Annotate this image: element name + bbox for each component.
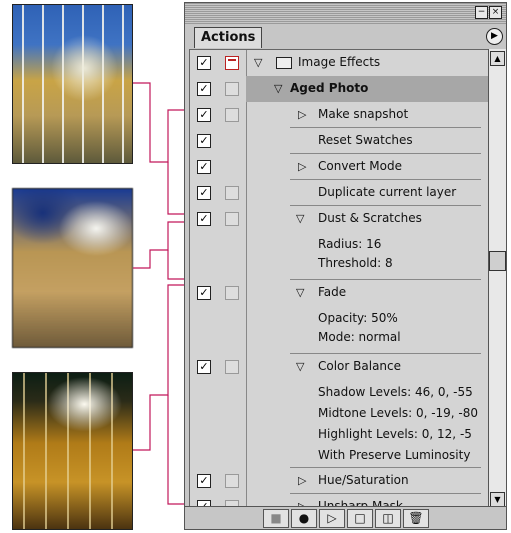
command-label: Duplicate current layer xyxy=(318,185,457,199)
parameter-row: Midtone Levels: 0, -19, -80 xyxy=(190,401,491,422)
record-button[interactable]: ● xyxy=(291,509,317,528)
parameter-label: Midtone Levels: 0, -19, -80 xyxy=(318,406,479,420)
new-set-button[interactable]: □ xyxy=(347,509,373,528)
parameter-row: Threshold: 8 xyxy=(190,254,491,280)
parameter-label: Radius: 16 xyxy=(318,237,382,251)
parameter-label: Threshold: 8 xyxy=(318,256,393,270)
minimize-icon[interactable]: − xyxy=(475,6,488,19)
expand-triangle-icon[interactable]: ▽ xyxy=(296,212,304,225)
delete-button[interactable]: 🗑 xyxy=(403,509,429,528)
action-set-row[interactable]: ✓ ▽ Image Effects xyxy=(190,50,491,76)
parameter-label: Opacity: 50% xyxy=(318,311,398,325)
command-label: Reset Swatches xyxy=(318,133,413,147)
actions-list: ✓ ▽ Image Effects ✓ ▽ Aged Photo ✓ ▷ Mak… xyxy=(189,49,492,511)
toggle-checkbox[interactable]: ✓ xyxy=(197,360,211,374)
parameter-label: With Preserve Luminosity xyxy=(318,448,471,462)
toggle-checkbox[interactable]: ✓ xyxy=(197,186,211,200)
expand-triangle-icon[interactable]: ▽ xyxy=(274,82,282,95)
dialog-toggle-icon[interactable] xyxy=(225,82,239,96)
actions-toolbar: ■ ● ▷ □ ◫ 🗑 xyxy=(185,506,506,529)
stop-button[interactable]: ■ xyxy=(263,509,289,528)
command-label: Color Balance xyxy=(318,359,402,373)
new-action-button[interactable]: ◫ xyxy=(375,509,401,528)
command-label: Convert Mode xyxy=(318,159,402,173)
command-label: Fade xyxy=(318,285,347,299)
toggle-checkbox[interactable]: ✓ xyxy=(197,56,211,70)
command-row[interactable]: ✓ ▽ Fade xyxy=(190,280,491,306)
parameter-row: Shadow Levels: 46, 0, -55 xyxy=(190,380,491,401)
command-label: Hue/Saturation xyxy=(318,473,409,487)
command-row[interactable]: ✓ Duplicate current layer xyxy=(190,180,491,206)
toggle-checkbox[interactable]: ✓ xyxy=(197,82,211,96)
expand-triangle-icon[interactable]: ▽ xyxy=(296,286,304,299)
command-label: Make snapshot xyxy=(318,107,409,121)
parameter-row: Mode: normal xyxy=(190,328,491,354)
scroll-up-icon[interactable]: ▲ xyxy=(490,51,505,66)
parameter-row: Highlight Levels: 0, 12, -5 xyxy=(190,422,491,443)
action-row-aged-photo[interactable]: ✓ ▽ Aged Photo xyxy=(190,76,491,102)
dialog-toggle-icon[interactable] xyxy=(225,286,239,300)
dialog-toggle-icon[interactable] xyxy=(225,360,239,374)
action-set-label: Image Effects xyxy=(298,55,381,69)
parameter-label: Highlight Levels: 0, 12, -5 xyxy=(318,427,472,441)
scroll-down-icon[interactable]: ▼ xyxy=(490,492,505,507)
command-row[interactable]: ✓ Reset Swatches xyxy=(190,128,491,154)
dialog-toggle-icon[interactable] xyxy=(225,108,239,122)
command-row[interactable]: ✓ ▷ Make snapshot xyxy=(190,102,491,128)
collapsed-triangle-icon[interactable]: ▷ xyxy=(298,160,306,173)
dialog-toggle-icon[interactable] xyxy=(225,212,239,226)
toggle-checkbox[interactable]: ✓ xyxy=(197,108,211,122)
expand-triangle-icon[interactable]: ▽ xyxy=(296,360,304,373)
dialog-toggle-icon[interactable] xyxy=(225,186,239,200)
parameter-label: Shadow Levels: 46, 0, -55 xyxy=(318,385,473,399)
close-icon[interactable]: × xyxy=(489,6,502,19)
collapsed-triangle-icon[interactable]: ▷ xyxy=(298,474,306,487)
panel-menu-icon[interactable]: ▶ xyxy=(486,28,503,45)
dialog-toggle-icon[interactable] xyxy=(225,56,239,70)
collapsed-triangle-icon[interactable]: ▷ xyxy=(298,108,306,121)
parameter-row: Radius: 16 xyxy=(190,232,491,254)
command-row[interactable]: ✓ ▷ Hue/Saturation xyxy=(190,468,491,494)
parameter-row: Opacity: 50% xyxy=(190,306,491,328)
command-row[interactable]: ✓ ▽ Color Balance xyxy=(190,354,491,380)
command-row[interactable]: ✓ ▷ Convert Mode xyxy=(190,154,491,180)
expand-triangle-icon[interactable]: ▽ xyxy=(254,56,262,69)
vertical-scrollbar[interactable]: ▲ ▼ xyxy=(488,49,506,509)
tab-actions[interactable]: Actions xyxy=(194,27,263,48)
dialog-toggle-icon[interactable] xyxy=(225,474,239,488)
toggle-checkbox[interactable]: ✓ xyxy=(197,134,211,148)
toggle-checkbox[interactable]: ✓ xyxy=(197,160,211,174)
actions-panel: − × Actions ▶ ✓ ▽ Image Effects ✓ ▽ Aged… xyxy=(184,2,507,530)
folder-icon xyxy=(276,57,292,69)
parameter-label: Mode: normal xyxy=(318,330,401,344)
play-button[interactable]: ▷ xyxy=(319,509,345,528)
command-row[interactable]: ✓ ▽ Dust & Scratches xyxy=(190,206,491,232)
toggle-checkbox[interactable]: ✓ xyxy=(197,212,211,226)
scroll-thumb[interactable] xyxy=(489,251,506,271)
toggle-checkbox[interactable]: ✓ xyxy=(197,286,211,300)
toggle-checkbox[interactable]: ✓ xyxy=(197,474,211,488)
panel-titlebar[interactable]: − × xyxy=(185,3,506,25)
parameter-row: With Preserve Luminosity xyxy=(190,443,491,468)
command-label: Dust & Scratches xyxy=(318,211,422,225)
action-label: Aged Photo xyxy=(290,81,369,95)
